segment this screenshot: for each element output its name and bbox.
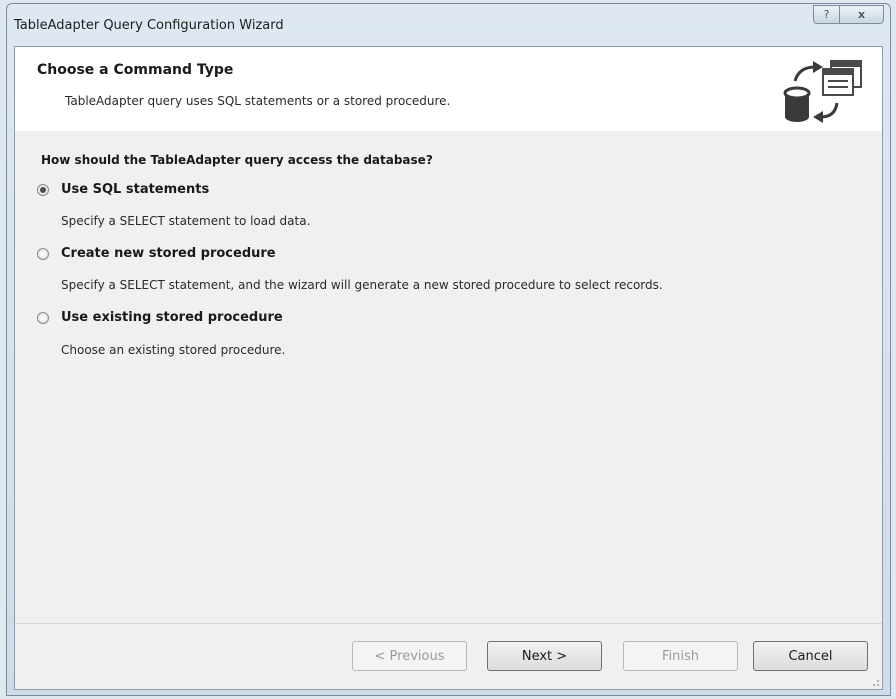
help-button[interactable]: ? (813, 5, 840, 24)
caption-buttons: ? x (813, 5, 884, 24)
next-button[interactable]: Next > (487, 641, 602, 671)
previous-button[interactable]: < Previous (352, 641, 467, 671)
option-use-sql-statements[interactable]: Use SQL statements (37, 182, 209, 197)
option-label[interactable]: Create new stored procedure (61, 246, 276, 261)
option-label[interactable]: Use existing stored procedure (61, 310, 283, 325)
finish-button[interactable]: Finish (623, 641, 738, 671)
close-icon: x (857, 8, 866, 21)
cancel-button[interactable]: Cancel (753, 641, 868, 671)
database-exchange-icon (783, 60, 862, 123)
option-description: Choose an existing stored procedure. (61, 343, 286, 357)
resize-grip-icon[interactable] (870, 677, 880, 687)
option-description: Specify a SELECT statement, and the wiza… (61, 278, 663, 292)
option-description: Specify a SELECT statement to load data. (61, 214, 311, 228)
wizard-header: Choose a Command Type TableAdapter query… (15, 47, 882, 131)
option-create-new-stored-procedure[interactable]: Create new stored procedure (37, 246, 276, 261)
question-label: How should the TableAdapter query access… (41, 153, 433, 167)
option-use-existing-stored-procedure[interactable]: Use existing stored procedure (37, 310, 283, 325)
wizard-window: TableAdapter Query Configuration Wizard … (6, 3, 891, 696)
page-title: Choose a Command Type (37, 62, 234, 78)
help-icon: ? (823, 8, 830, 21)
wizard-client-area: Choose a Command Type TableAdapter query… (14, 46, 883, 690)
radio-use-sql-statements[interactable] (37, 183, 49, 196)
radio-create-new-stored-procedure[interactable] (37, 247, 49, 260)
option-label[interactable]: Use SQL statements (61, 182, 209, 197)
close-button[interactable]: x (840, 5, 884, 24)
footer-divider (15, 623, 882, 624)
title-bar[interactable]: TableAdapter Query Configuration Wizard … (7, 4, 890, 46)
radio-use-existing-stored-procedure[interactable] (37, 311, 49, 324)
page-subtitle: TableAdapter query uses SQL statements o… (65, 94, 451, 108)
window-title: TableAdapter Query Configuration Wizard (14, 18, 284, 33)
